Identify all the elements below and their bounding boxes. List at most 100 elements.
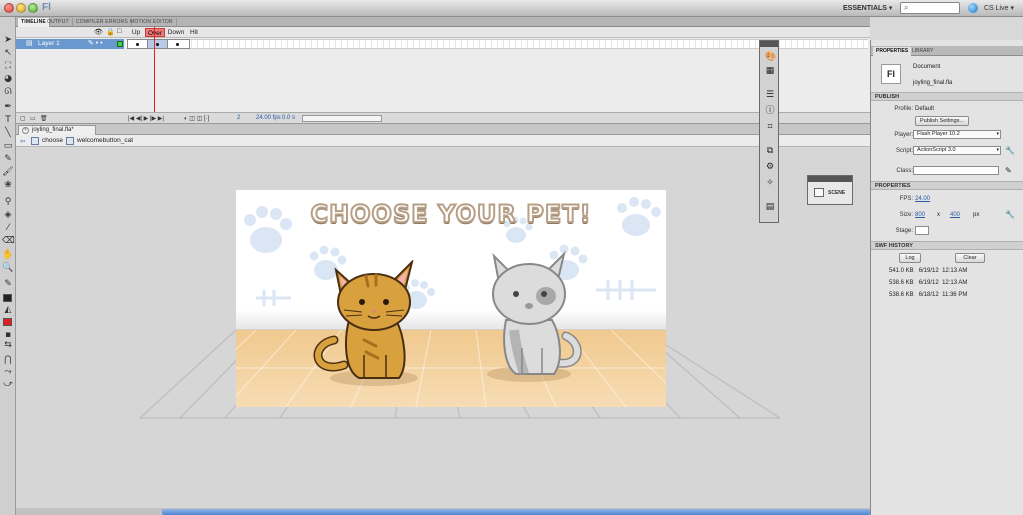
- pencil-tool-icon[interactable]: ✎: [2, 154, 14, 165]
- 3d-rotation-tool-icon[interactable]: ◕: [2, 74, 14, 85]
- stage-horizontal-scrollbar[interactable]: [16, 508, 870, 515]
- swatches-panel-icon[interactable]: ▦: [765, 67, 775, 76]
- cs-live-menu[interactable]: CS Live ▾: [984, 4, 1014, 12]
- frame-label-over[interactable]: Over: [145, 28, 165, 37]
- info-panel-icon[interactable]: ⓘ: [765, 107, 775, 116]
- breadcrumb-scene[interactable]: choose: [42, 137, 63, 144]
- delete-layer-icon[interactable]: 🗑: [40, 115, 48, 122]
- fps-value[interactable]: 24.00: [915, 196, 930, 202]
- document-name: joyling_final.fla: [913, 80, 953, 86]
- swf-clear-button[interactable]: Clear: [955, 253, 985, 263]
- components-icon[interactable]: ⚙: [765, 163, 775, 172]
- code-snippets-icon[interactable]: ⧉: [765, 147, 775, 156]
- keyframe-down[interactable]: [167, 39, 190, 49]
- close-window-button[interactable]: [4, 3, 14, 13]
- deco-tool-icon[interactable]: ❀: [2, 180, 14, 191]
- swap-colors-icon[interactable]: ⇆: [2, 340, 14, 351]
- lock-icon[interactable]: 🔒: [106, 28, 115, 36]
- eye-icon[interactable]: 👁: [94, 28, 103, 36]
- line-tool-icon[interactable]: ╲: [2, 128, 14, 139]
- scene-icon[interactable]: [814, 188, 824, 197]
- wrench-icon[interactable]: 🔧: [1005, 210, 1015, 219]
- frames-strip[interactable]: [126, 39, 868, 49]
- swf-history-section-header[interactable]: SWF HISTORY: [871, 241, 1023, 250]
- free-transform-tool-icon[interactable]: ⛶: [2, 61, 14, 72]
- cs-live-icon[interactable]: [968, 3, 978, 13]
- straighten-option-icon[interactable]: ⤻: [2, 379, 14, 390]
- class-input[interactable]: [913, 166, 999, 175]
- stroke-color-icon[interactable]: ✎: [2, 279, 14, 290]
- pencil-icon[interactable]: ✎: [1005, 166, 1012, 175]
- brush-tool-icon[interactable]: 🖌: [2, 167, 14, 178]
- frame-label-down[interactable]: Down: [166, 28, 186, 37]
- playback-controls-icon[interactable]: |◀ ◀| ▶ |▶ ▶|: [128, 115, 164, 122]
- frame-rate[interactable]: 24.00 fps: [256, 115, 281, 121]
- chevron-down-icon: ▾: [996, 147, 999, 153]
- tab-output[interactable]: OUTPUT: [44, 18, 73, 27]
- onion-skin-icons[interactable]: ◐ ◫ ◫ [·]: [184, 115, 209, 122]
- grey-cat-button[interactable]: [464, 248, 604, 388]
- timeline-horizontal-scrollbar[interactable]: [302, 115, 382, 122]
- stage[interactable]: CHOOSE YOUR PET!: [236, 190, 666, 407]
- wrench-icon[interactable]: 🔧: [1005, 146, 1015, 155]
- motion-presets-icon[interactable]: ✧: [765, 179, 775, 188]
- close-icon[interactable]: ×: [22, 127, 29, 134]
- fill-color-swatch[interactable]: [3, 318, 12, 326]
- dock-grip[interactable]: [760, 41, 778, 47]
- frame-label-up[interactable]: Up: [128, 28, 144, 37]
- help-search-input[interactable]: ⌕: [900, 2, 960, 14]
- bone-tool-icon[interactable]: ⚲: [2, 197, 14, 208]
- stroke-color-swatch[interactable]: [3, 294, 12, 302]
- tab-library[interactable]: LIBRARY: [909, 47, 936, 56]
- script-select[interactable]: ActionScript 3.0 ▾: [913, 146, 1001, 155]
- scrollbar-thumb[interactable]: [162, 509, 870, 515]
- orange-cat-button[interactable]: [304, 260, 444, 400]
- tab-properties[interactable]: PROPERTIES: [873, 47, 912, 56]
- breadcrumb-symbol[interactable]: welcomebutton_cat: [77, 137, 133, 144]
- minimize-window-button[interactable]: [16, 3, 26, 13]
- pen-tool-icon[interactable]: ✒: [2, 102, 14, 113]
- back-arrow-icon[interactable]: ⇦: [20, 137, 25, 145]
- player-select[interactable]: Flash Player 10.2 ▾: [913, 130, 1001, 139]
- layer-name[interactable]: Layer 1: [38, 40, 60, 47]
- fill-color-icon[interactable]: ◭: [2, 305, 14, 316]
- stage-width-value[interactable]: 800: [915, 212, 925, 218]
- publish-settings-button[interactable]: Publish Settings...: [915, 116, 969, 126]
- bottom-panel-tabs: TIMELINE OUTPUT COMPILER ERRORS MOTION E…: [16, 17, 870, 27]
- paint-bucket-tool-icon[interactable]: ◈: [2, 210, 14, 221]
- outline-icon[interactable]: □: [117, 28, 121, 35]
- text-tool-icon[interactable]: T: [2, 115, 14, 126]
- color-panel-icon[interactable]: 🎨: [765, 53, 776, 62]
- eraser-tool-icon[interactable]: ⌫: [2, 236, 15, 247]
- tab-motion-editor[interactable]: MOTION EDITOR: [127, 18, 177, 27]
- swf-log-button[interactable]: Log: [899, 253, 921, 263]
- scene-panel-grip[interactable]: [808, 176, 852, 182]
- publish-section-header[interactable]: PUBLISH: [871, 92, 1023, 101]
- workspace-switcher[interactable]: ESSENTIALS ▾: [843, 4, 892, 12]
- playhead[interactable]: [154, 27, 155, 112]
- layer-outline-color[interactable]: [117, 41, 123, 47]
- scene-panel-label[interactable]: SCENE: [828, 190, 845, 196]
- new-layer-icon[interactable]: ▢: [20, 115, 26, 122]
- properties-section-header[interactable]: PROPERTIES: [871, 181, 1023, 190]
- snap-magnet-icon[interactable]: ⋂: [2, 355, 14, 366]
- align-panel-icon[interactable]: ☰: [765, 91, 775, 100]
- zoom-tool-icon[interactable]: 🔍: [2, 263, 14, 274]
- stage-color-swatch[interactable]: [915, 226, 929, 235]
- document-tab[interactable]: × joyling_final.fla*: [18, 125, 96, 135]
- stage-height-value[interactable]: 400: [950, 212, 960, 218]
- rectangle-tool-icon[interactable]: ▭: [2, 141, 14, 152]
- subselection-tool-icon[interactable]: ↖: [2, 48, 14, 59]
- new-folder-icon[interactable]: ▭: [30, 115, 36, 122]
- zoom-window-button[interactable]: [28, 3, 38, 13]
- layer-row[interactable]: ▤ Layer 1 ✎ • •: [16, 39, 124, 49]
- tab-compiler-errors[interactable]: COMPILER ERRORS: [73, 18, 132, 27]
- frame-label-hit[interactable]: Hit: [187, 28, 201, 37]
- lasso-tool-icon[interactable]: ᘏ: [2, 87, 14, 98]
- selection-tool-icon[interactable]: ➤: [2, 35, 14, 46]
- history-panel-icon[interactable]: ▤: [765, 203, 775, 212]
- smooth-option-icon[interactable]: ⤳: [2, 367, 14, 378]
- hand-tool-icon[interactable]: ✋: [2, 250, 14, 261]
- eyedropper-tool-icon[interactable]: ⁄: [2, 223, 14, 234]
- transform-panel-icon[interactable]: ⌗: [765, 123, 775, 132]
